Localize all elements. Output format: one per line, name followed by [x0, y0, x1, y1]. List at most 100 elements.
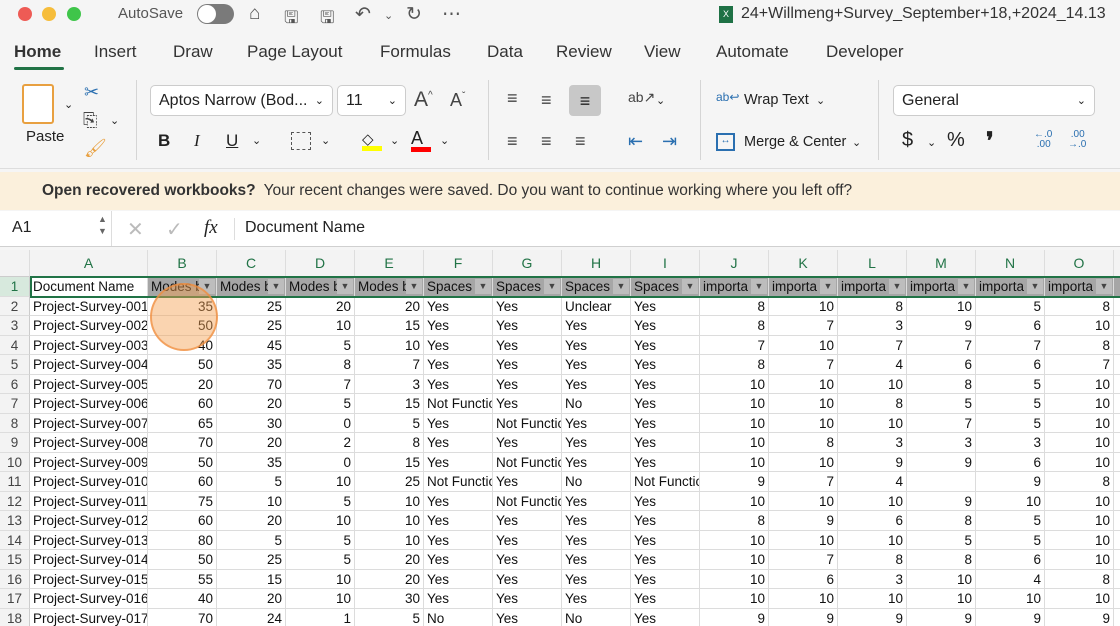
filter-dropdown-icon[interactable]: ▼: [544, 279, 560, 294]
table-cell[interactable]: [1114, 336, 1120, 355]
comma-style-button[interactable]: ❜: [986, 127, 994, 156]
table-cell[interactable]: Project-Survey-015: [30, 569, 148, 589]
table-cell[interactable]: 1: [286, 608, 355, 626]
table-cell[interactable]: 8: [907, 550, 976, 570]
table-cell[interactable]: [1114, 511, 1120, 531]
table-cell[interactable]: Yes: [631, 316, 700, 336]
table-cell[interactable]: 9: [838, 608, 907, 626]
align-top-icon[interactable]: ≡: [507, 88, 518, 109]
table-cell[interactable]: 3: [355, 374, 424, 394]
header-filter-cell[interactable]: Modes b ▼: [286, 277, 355, 297]
table-cell[interactable]: [1114, 433, 1120, 453]
table-cell[interactable]: 8: [1045, 296, 1114, 316]
table-cell[interactable]: 5: [907, 530, 976, 550]
filter-dropdown-icon[interactable]: ▼: [268, 279, 284, 294]
table-cell[interactable]: Yes: [631, 550, 700, 570]
table-cell[interactable]: Not Functio: [424, 394, 493, 414]
table-cell[interactable]: 10: [907, 296, 976, 316]
table-cell[interactable]: Project-Survey-011: [30, 491, 148, 511]
filter-dropdown-icon[interactable]: ▼: [337, 279, 353, 294]
table-cell[interactable]: Yes: [562, 530, 631, 550]
table-cell[interactable]: Yes: [493, 608, 562, 626]
table-cell[interactable]: 10: [700, 413, 769, 433]
table-cell[interactable]: 4: [838, 355, 907, 375]
increase-font-size-icon[interactable]: A^: [414, 88, 433, 112]
table-cell[interactable]: 10: [1045, 316, 1114, 336]
table-cell[interactable]: 7: [769, 550, 838, 570]
table-cell[interactable]: Project-Survey-009: [30, 452, 148, 472]
table-cell[interactable]: 9: [769, 608, 838, 626]
row-header[interactable]: 15: [0, 550, 30, 570]
header-filter-cell[interactable]: Spaces f ▼: [562, 277, 631, 297]
table-cell[interactable]: Yes: [562, 316, 631, 336]
table-cell[interactable]: No: [424, 608, 493, 626]
orientation-icon[interactable]: ab↗: [628, 89, 655, 106]
column-header-D[interactable]: D: [286, 250, 355, 277]
table-cell[interactable]: 10: [769, 491, 838, 511]
table-cell[interactable]: 5: [355, 413, 424, 433]
header-filter-cell[interactable]: importa ▼: [976, 277, 1045, 297]
column-header-N[interactable]: N: [976, 250, 1045, 277]
table-cell[interactable]: 8: [1045, 335, 1114, 355]
minimize-window-button[interactable]: [42, 7, 56, 21]
table-cell[interactable]: 7: [838, 335, 907, 355]
table-cell[interactable]: 60: [148, 394, 217, 414]
table-cell[interactable]: 9: [838, 452, 907, 472]
save-as-icon[interactable]: 🖫: [320, 5, 334, 34]
table-cell[interactable]: Yes: [631, 433, 700, 453]
table-cell[interactable]: Not Functio: [424, 472, 493, 492]
column-header-E[interactable]: E: [355, 250, 424, 277]
table-cell[interactable]: 5: [976, 296, 1045, 316]
filter-dropdown-icon[interactable]: ▼: [1096, 279, 1112, 294]
increase-decimal-icon[interactable]: ←.0 .00: [1034, 130, 1052, 150]
undo-icon[interactable]: ↶: [355, 3, 371, 26]
table-cell[interactable]: Yes: [631, 296, 700, 316]
align-center-icon[interactable]: ≡: [541, 131, 552, 152]
table-cell[interactable]: 60: [148, 472, 217, 492]
row-header[interactable]: 8: [0, 413, 30, 433]
table-cell[interactable]: Yes: [424, 433, 493, 453]
paste-dropdown-icon[interactable]: ⌄: [64, 98, 73, 111]
table-cell[interactable]: 10: [700, 491, 769, 511]
table-cell[interactable]: Yes: [562, 589, 631, 609]
bold-button[interactable]: B: [158, 131, 170, 151]
table-cell[interactable]: 25: [217, 550, 286, 570]
table-cell[interactable]: 10: [286, 511, 355, 531]
font-color-icon[interactable]: A: [411, 128, 431, 152]
table-cell[interactable]: Project-Survey-001: [30, 296, 148, 316]
table-cell[interactable]: 10: [355, 335, 424, 355]
tab-formulas[interactable]: Formulas: [380, 42, 451, 62]
table-cell[interactable]: 8: [1045, 569, 1114, 589]
table-cell[interactable]: 3: [838, 316, 907, 336]
maximize-window-button[interactable]: [67, 7, 81, 21]
table-cell[interactable]: 15: [355, 394, 424, 414]
header-filter-cell[interactable]: Spaces f ▼: [631, 277, 700, 297]
table-cell[interactable]: Project-Survey-004: [30, 355, 148, 375]
enter-icon[interactable]: ✓: [166, 217, 183, 242]
row-header[interactable]: 17: [0, 589, 30, 609]
table-cell[interactable]: 25: [355, 472, 424, 492]
table-cell[interactable]: Yes: [424, 355, 493, 375]
table-cell[interactable]: 70: [148, 608, 217, 626]
column-header-B[interactable]: B: [148, 250, 217, 277]
table-cell[interactable]: [1114, 394, 1120, 414]
table-cell[interactable]: Yes: [424, 491, 493, 511]
table-cell[interactable]: Yes: [631, 608, 700, 626]
table-cell[interactable]: 20: [217, 589, 286, 609]
column-header-M[interactable]: M: [907, 250, 976, 277]
table-cell[interactable]: 5: [976, 394, 1045, 414]
percent-button[interactable]: %: [947, 129, 965, 152]
table-cell[interactable]: 20: [355, 550, 424, 570]
table-cell[interactable]: 35: [217, 355, 286, 375]
table-cell[interactable]: 10: [1045, 374, 1114, 394]
table-cell[interactable]: Yes: [493, 530, 562, 550]
table-cell[interactable]: 9: [976, 608, 1045, 626]
paste-label[interactable]: Paste: [26, 128, 64, 145]
table-cell[interactable]: Yes: [562, 335, 631, 355]
table-cell[interactable]: 8: [838, 550, 907, 570]
header-filter-cell[interactable]: importa ▼: [700, 277, 769, 297]
table-cell[interactable]: 5: [286, 550, 355, 570]
table-cell[interactable]: 5: [976, 413, 1045, 433]
spreadsheet-grid[interactable]: A B C D E F G H I J K L M N O 1 Document Name Modes b ▼ Mod…: [0, 250, 1120, 626]
table-cell[interactable]: 65: [148, 413, 217, 433]
